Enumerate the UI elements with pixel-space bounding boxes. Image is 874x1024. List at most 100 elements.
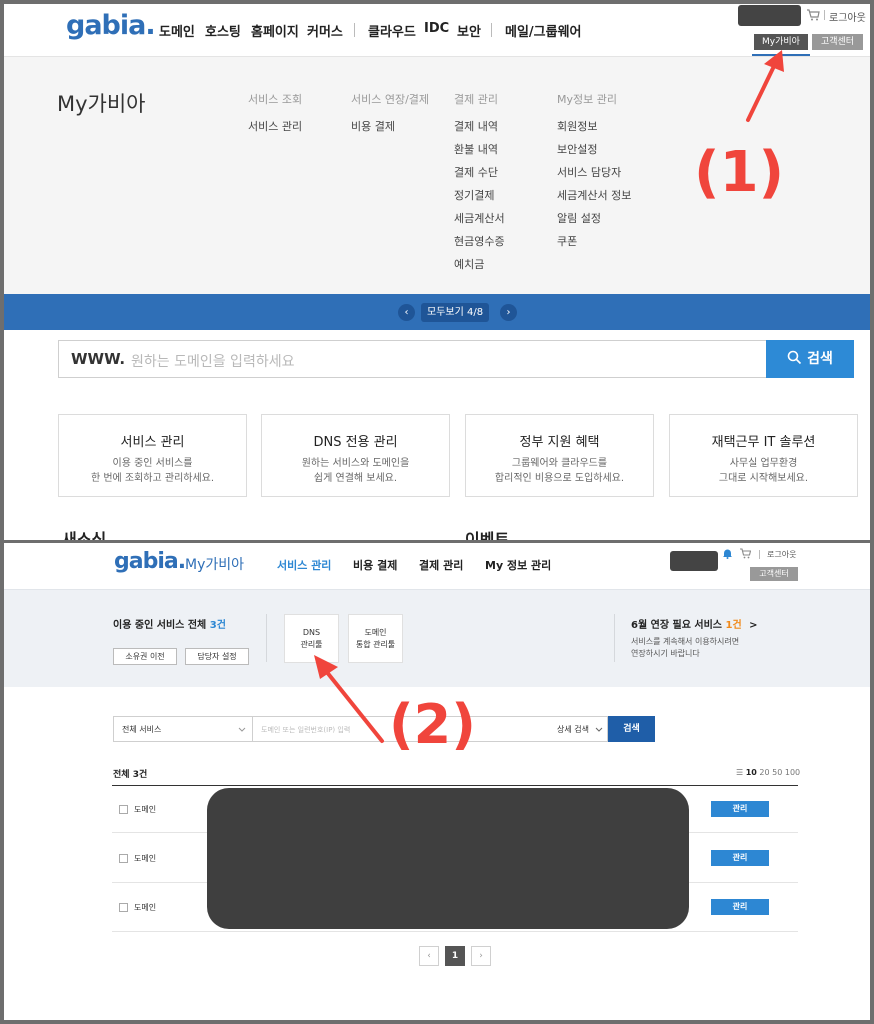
menu-security-settings[interactable]: 보안설정: [557, 141, 597, 157]
annotation-arrow-2: [314, 655, 384, 743]
menu-cash-receipt[interactable]: 현금영수증: [454, 233, 505, 249]
domain-search-button[interactable]: 검색: [766, 340, 854, 378]
redacted-domain-list: [207, 788, 689, 929]
header-divider: [759, 550, 760, 559]
nav-service-manage[interactable]: 서비스 관리: [277, 557, 331, 573]
nav-cloud[interactable]: 클라우드: [368, 21, 416, 40]
event-heading: 이벤트: [465, 530, 510, 540]
domain-search-input[interactable]: 원하는 도메인을 입력하세요: [131, 351, 294, 371]
manager-settings-button[interactable]: 담당자 설정: [185, 648, 249, 665]
nav-homepage[interactable]: 홈페이지: [251, 21, 299, 40]
banner-pager-bar: ‹ 모두보기 4/8 ›: [4, 294, 870, 330]
page-size-20[interactable]: 20: [759, 768, 769, 777]
pager-prev-button[interactable]: ‹: [398, 304, 415, 321]
page-size-selector: ☰ 10 20 50 100: [736, 768, 800, 777]
domain-search-box: WWW. 원하는 도메인을 입력하세요 검색: [58, 340, 854, 378]
renewal-needed-link[interactable]: 6월 연장 필요 서비스 1건 >: [631, 616, 758, 631]
nav-commerce[interactable]: 커머스: [307, 21, 343, 40]
nav-idc[interactable]: IDC: [424, 21, 449, 36]
support-button[interactable]: 고객센터: [812, 34, 863, 50]
row-type: 도메인: [134, 854, 157, 863]
card-remote-work[interactable]: 재택근무 IT 솔루션 사무실 업무환경 그대로 시작해보세요.: [669, 414, 858, 497]
nav-hosting[interactable]: 호스팅: [205, 21, 241, 40]
menu-tax-invoice[interactable]: 세금계산서: [454, 210, 505, 226]
nav-my-info[interactable]: My 정보 관리: [485, 557, 551, 573]
total-count: 전체 3건: [113, 770, 148, 780]
nav-cost-payment[interactable]: 비용 결제: [353, 557, 397, 573]
card-dns-manage[interactable]: DNS 전용 관리 원하는 서비스와 도메인을 쉽게 연결해 보세요.: [261, 414, 450, 497]
search-button-label: 검색: [807, 351, 833, 367]
gabia-logo[interactable]: gabia.: [66, 10, 156, 41]
card-desc: 이용 중인 서비스를 한 번에 조회하고 관리하세요.: [90, 458, 215, 484]
annotation-arrow-1: [746, 50, 784, 122]
news-heading: 새소식: [62, 530, 107, 540]
card-desc: 사무실 업무환경 그대로 시작해보세요.: [718, 458, 809, 484]
service-summary-bar: 이용 중인 서비스 전체 3건 소유권 이전 담당자 설정 DNS 관리툴 도메인…: [4, 589, 870, 687]
nav-mail-groupware[interactable]: 메일/그룹웨어: [505, 21, 582, 40]
menu-tax-invoice-info[interactable]: 세금계산서 정보: [557, 187, 631, 203]
col-header-my-info: My정보 관리: [557, 93, 617, 106]
card-gov-support[interactable]: 정부 지원 혜택 그룹웨어와 클라우드를 합리적인 비용으로 도입하세요.: [465, 414, 654, 497]
service-type-select[interactable]: 전체 서비스: [113, 716, 253, 742]
mygabia-button[interactable]: My가비아: [754, 34, 808, 50]
ownership-transfer-button[interactable]: 소유권 이전: [113, 648, 177, 665]
menu-deposit[interactable]: 예치금: [454, 256, 484, 272]
mygabia-logo-text[interactable]: My가비아: [185, 554, 244, 574]
menu-alert-settings[interactable]: 알림 설정: [557, 210, 601, 226]
menu-recurring-payment[interactable]: 정기결제: [454, 187, 494, 203]
card-service-manage[interactable]: 서비스 관리 이용 중인 서비스를 한 번에 조회하고 관리하세요.: [58, 414, 247, 497]
card-title: 재택근무 IT 솔루션: [711, 435, 816, 450]
mega-menu-title: My가비아: [57, 92, 146, 116]
card-title: 서비스 관리: [120, 435, 185, 450]
col-header-payment-manage: 결제 관리: [454, 93, 498, 106]
redacted-username: [670, 551, 718, 571]
row-type: 도메인: [134, 805, 157, 814]
pagination-page-1[interactable]: 1: [445, 946, 465, 966]
pager-next-button[interactable]: ›: [500, 304, 517, 321]
cart-icon[interactable]: [739, 548, 751, 559]
row-checkbox[interactable]: [119, 903, 128, 912]
menu-payment-history[interactable]: 결제 내역: [454, 118, 498, 134]
menu-service-manage[interactable]: 서비스 관리: [248, 118, 302, 134]
menu-coupon[interactable]: 쿠폰: [557, 233, 577, 249]
row-manage-button[interactable]: 관리: [711, 850, 769, 866]
menu-refund-history[interactable]: 환불 내역: [454, 141, 498, 157]
card-desc: 그룹웨어와 클라우드를 합리적인 비용으로 도입하세요.: [494, 458, 625, 484]
page-size-100[interactable]: 100: [785, 768, 800, 777]
service-search-button[interactable]: 검색: [608, 716, 655, 742]
nav-domain[interactable]: 도메인: [159, 21, 195, 40]
renewal-description: 서비스를 계속해서 이용하시려면 연장하시기 바랍니다: [631, 637, 740, 658]
pagination-prev[interactable]: ‹: [419, 946, 439, 966]
bell-icon[interactable]: [721, 547, 734, 559]
menu-service-manager[interactable]: 서비스 담당자: [557, 164, 621, 180]
nav-divider: [491, 23, 492, 37]
pager-view-all[interactable]: 모두보기 4/8: [421, 303, 490, 322]
nav-payment-manage[interactable]: 결제 관리: [419, 557, 463, 573]
menu-cost-payment[interactable]: 비용 결제: [351, 118, 395, 134]
page-size-10[interactable]: 10: [746, 768, 757, 777]
card-desc: 원하는 서비스와 도메인을 쉽게 연결해 보세요.: [301, 458, 410, 484]
row-manage-button[interactable]: 관리: [711, 801, 769, 817]
menu-member-info[interactable]: 회원정보: [557, 118, 597, 134]
row-checkbox[interactable]: [119, 854, 128, 863]
pagination-next[interactable]: ›: [471, 946, 491, 966]
card-title: DNS 전용 관리: [313, 435, 398, 450]
row-manage-button[interactable]: 관리: [711, 899, 769, 915]
page-size-50[interactable]: 50: [772, 768, 782, 777]
nav-security[interactable]: 보안: [457, 21, 481, 40]
logout-link[interactable]: 로그아웃: [829, 9, 866, 24]
cart-icon[interactable]: [806, 9, 820, 21]
logout-link[interactable]: 로그아웃: [767, 549, 796, 560]
summary-divider: [266, 614, 267, 662]
card-title: 정부 지원 혜택: [519, 435, 600, 450]
menu-payment-method[interactable]: 결제 수단: [454, 164, 498, 180]
mygabia-page: gabia. My가비아 서비스 관리 비용 결제 결제 관리 My 정보 관리…: [4, 543, 870, 1020]
gabia-logo[interactable]: gabia.: [114, 549, 186, 574]
gabia-main-page: gabia. 도메인 호스팅 홈페이지 커머스 클라우드 IDC 보안 메일/그…: [4, 4, 870, 540]
annotation-label-2: (2): [389, 693, 476, 756]
detail-search-toggle[interactable]: 상세 검색: [557, 724, 589, 735]
support-button[interactable]: 고객센터: [750, 567, 798, 581]
row-checkbox[interactable]: [119, 805, 128, 814]
row-divider: [112, 931, 798, 932]
chevron-down-icon: [238, 727, 246, 732]
